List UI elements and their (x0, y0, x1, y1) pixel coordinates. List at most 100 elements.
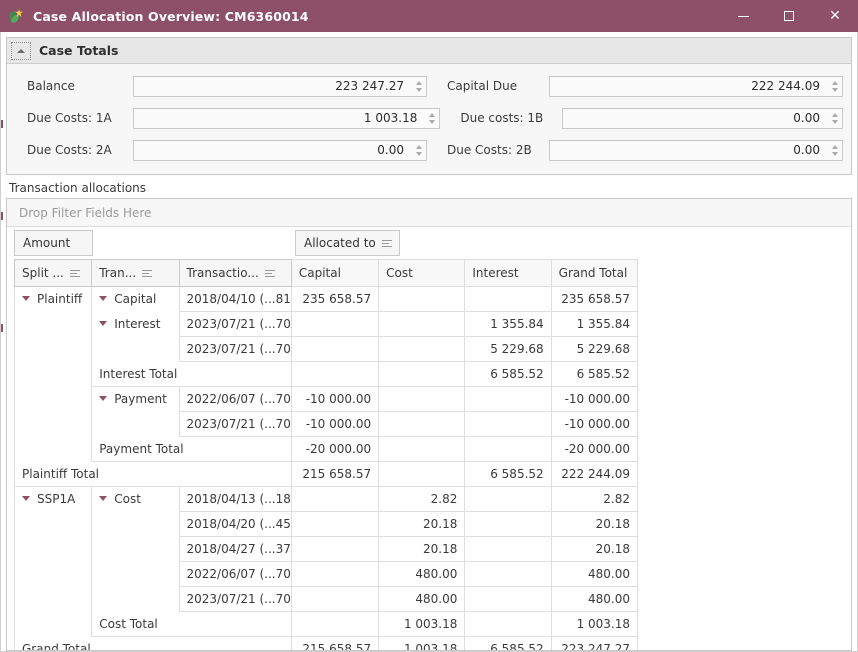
table-row[interactable]: 2023/07/21 (...70... 480.00 480.00 (13, 586, 639, 612)
spinner-down-icon[interactable] (415, 87, 422, 92)
table-row[interactable]: 2023/07/21 (...70... -10 000.00 -10 000.00 (13, 411, 639, 437)
case-allocation-window: Case Allocation Overview: CM6360014 ✕ Ca… (0, 0, 858, 652)
cell-split (13, 386, 93, 412)
cell-transaction[interactable]: 2022/06/07 (...70... (178, 561, 292, 587)
table-row[interactable]: Cost Total 1 003.18 1 003.18 (13, 611, 639, 637)
table-row[interactable]: SSP1A Cost 2018/04/13 (...18... 2.82 2.82 (13, 486, 639, 512)
due-costs-1b-field[interactable]: 0.00 (562, 107, 843, 129)
cell-cost (378, 386, 466, 412)
cell-cost: 20.18 (378, 536, 466, 562)
cell-split[interactable]: Plaintiff (13, 286, 93, 312)
spinner-up-icon[interactable] (415, 144, 422, 149)
expander-icon[interactable] (22, 295, 30, 301)
cell-split (13, 336, 93, 362)
close-button[interactable]: ✕ (812, 0, 858, 32)
table-row[interactable]: 2022/06/07 (...70... 480.00 480.00 (13, 561, 639, 587)
cell-grand-total: 5 229.68 (550, 336, 639, 362)
data-field-amount[interactable]: Amount (14, 230, 93, 256)
table-row[interactable]: 2018/04/27 (...37... 20.18 20.18 (13, 536, 639, 562)
due-costs-2a-field[interactable]: 0.00 (133, 139, 427, 161)
table-row[interactable]: 2018/04/20 (...45... 20.18 20.18 (13, 511, 639, 537)
spinner-buttons[interactable] (411, 140, 426, 160)
expander-icon[interactable] (99, 320, 108, 326)
spinner-buttons[interactable] (424, 108, 440, 128)
spinner-up-icon[interactable] (415, 80, 422, 85)
spinner-up-icon[interactable] (428, 112, 435, 117)
spinner-up-icon[interactable] (831, 80, 838, 85)
table-row[interactable]: Interest Total 6 585.52 6 585.52 (13, 361, 639, 387)
column-header-capital[interactable]: Capital (290, 259, 380, 287)
cell-transaction[interactable]: 2022/06/07 (...70... (178, 386, 292, 412)
row-field-tran[interactable]: Tran... (91, 259, 180, 287)
spinner-down-icon[interactable] (831, 151, 838, 156)
cell-split (13, 311, 93, 337)
cell-transaction[interactable]: 2023/07/21 (...70... (178, 311, 292, 337)
cell-transaction[interactable]: 2018/04/10 (...81... (178, 286, 292, 312)
cell-tran (91, 586, 180, 612)
cell-transaction[interactable]: 2023/07/21 (...70... (178, 586, 292, 612)
transaction-allocations-section: Transaction allocations Drop Filter Fiel… (6, 181, 852, 651)
expander-icon[interactable] (99, 495, 108, 501)
minimize-button[interactable] (720, 0, 766, 32)
spinner-down-icon[interactable] (428, 119, 435, 124)
row-field-transaction[interactable]: Transactio... (178, 259, 292, 287)
expander-icon[interactable] (99, 395, 108, 401)
cell-cost (378, 336, 466, 362)
cell-grand-total: 2.82 (550, 486, 639, 512)
filter-icon[interactable] (69, 269, 80, 278)
table-row[interactable]: Plaintiff Total 215 658.57 6 585.52 222 244… (14, 461, 639, 487)
cell-transaction[interactable]: 2018/04/27 (...37... (178, 536, 292, 562)
cell-transaction[interactable]: 2023/07/21 (...70... (178, 336, 292, 362)
cell-capital (290, 561, 380, 587)
expander-icon[interactable] (99, 295, 108, 301)
balance-field[interactable]: 223 247.27 (133, 75, 427, 97)
collapse-button[interactable] (11, 41, 31, 60)
cell-split[interactable]: SSP1A (13, 486, 93, 512)
cell-tran[interactable]: Cost (91, 486, 180, 512)
maximize-button[interactable] (766, 0, 812, 32)
cell-tran (91, 511, 180, 537)
cell-tran[interactable]: Capital (91, 286, 180, 312)
cell-transaction[interactable]: 2018/04/20 (...45... (178, 511, 292, 537)
cell-tran[interactable]: Payment (91, 386, 180, 412)
spinner-buttons[interactable] (411, 76, 426, 96)
filter-drop-area[interactable]: Drop Filter Fields Here (7, 199, 851, 227)
filter-icon[interactable] (142, 269, 153, 278)
due-costs-2b-field[interactable]: 0.00 (549, 139, 843, 161)
spinner-buttons[interactable] (827, 108, 842, 128)
balance-label: Balance (27, 79, 75, 93)
cell-transaction[interactable]: 2023/07/21 (...70... (178, 411, 292, 437)
spinner-up-icon[interactable] (831, 144, 838, 149)
subtotal-grand-total: 6 585.52 (550, 361, 639, 387)
row-field-split[interactable]: Split ... (13, 259, 93, 287)
cell-transaction[interactable]: 2018/04/13 (...18... (178, 486, 292, 512)
spinner-down-icon[interactable] (831, 119, 838, 124)
cell-tran[interactable]: Interest (91, 311, 180, 337)
spinner-buttons[interactable] (827, 76, 842, 96)
table-row[interactable]: 2023/07/21 (...70... 5 229.68 5 229.68 (13, 336, 639, 362)
filter-icon[interactable] (381, 239, 392, 248)
cell-split-spacer (13, 611, 93, 637)
table-row[interactable]: Grand Total 215 658.57 1 003.18 6 585.52 223… (14, 636, 639, 650)
table-row[interactable]: Interest 2023/07/21 (...70... 1 355.84 1 35… (13, 311, 639, 337)
column-header-cost[interactable]: Cost (378, 259, 466, 287)
column-field-label: Allocated to (304, 236, 376, 250)
table-row[interactable]: Plaintiff Capital 2018/04/10 (...81... 235 … (13, 286, 639, 312)
spinner-up-icon[interactable] (831, 112, 838, 117)
table-row[interactable]: Payment Total -20 000.00 -20 000.00 (13, 436, 639, 462)
capital-due-field[interactable]: 222 244.09 (549, 75, 843, 97)
column-field-allocated-to[interactable]: Allocated to (295, 230, 400, 256)
field-row: Due Costs: 1A 1 003.18 Due costs: 1B 0.0… (15, 106, 843, 130)
cell-tran-label: Cost (114, 492, 141, 506)
spinner-down-icon[interactable] (415, 151, 422, 156)
cell-grand-total: 480.00 (550, 561, 639, 587)
column-header-grand-total[interactable]: Grand Total (550, 259, 639, 287)
spinner-down-icon[interactable] (831, 87, 838, 92)
plant-award-icon (7, 8, 25, 24)
expander-icon[interactable] (22, 495, 30, 501)
column-header-interest[interactable]: Interest (464, 259, 552, 287)
table-row[interactable]: Payment 2022/06/07 (...70... -10 000.00 -10… (13, 386, 639, 412)
spinner-buttons[interactable] (827, 140, 842, 160)
due-costs-1a-field[interactable]: 1 003.18 (133, 107, 441, 129)
filter-icon[interactable] (264, 269, 275, 278)
